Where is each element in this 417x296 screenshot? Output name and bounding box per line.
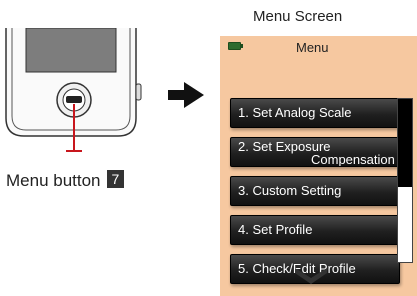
menu-heading: Menu <box>296 40 329 55</box>
menu-button-number-badge: 7 <box>106 170 125 188</box>
menu-screen-caption: Menu Screen <box>253 8 343 25</box>
right-arrow-icon <box>168 82 204 113</box>
scrollbar-thumb[interactable] <box>398 99 412 187</box>
menu-button-callout-line <box>73 104 75 150</box>
menu-item-label-line2: Compensation <box>311 152 395 167</box>
menu-button-callout-tick <box>66 150 82 152</box>
menu-list: 1. Set Analog Scale 2. Set Exposure Comp… <box>230 98 400 293</box>
device-illustration <box>0 28 150 138</box>
menu-item-set-exposure-compensation[interactable]: 2. Set Exposure Compensation <box>230 137 400 167</box>
menu-item-label: 1. Set Analog Scale <box>238 105 352 120</box>
menu-item-custom-setting[interactable]: 3. Custom Setting <box>230 176 400 206</box>
chevron-down-icon[interactable] <box>295 268 327 289</box>
menu-item-set-profile[interactable]: 4. Set Profile <box>230 215 400 245</box>
scrollbar[interactable] <box>397 98 413 263</box>
menu-screen: Menu 1. Set Analog Scale 2. Set Exposure… <box>220 36 417 296</box>
menu-item-set-analog-scale[interactable]: 1. Set Analog Scale <box>230 98 400 128</box>
menu-item-label: 3. Custom Setting <box>238 183 342 198</box>
menu-button-label-text: Menu button <box>6 171 101 190</box>
battery-icon <box>228 42 243 50</box>
menu-item-label: 4. Set Profile <box>238 222 313 237</box>
menu-button-label: Menu button 7 <box>6 170 125 191</box>
